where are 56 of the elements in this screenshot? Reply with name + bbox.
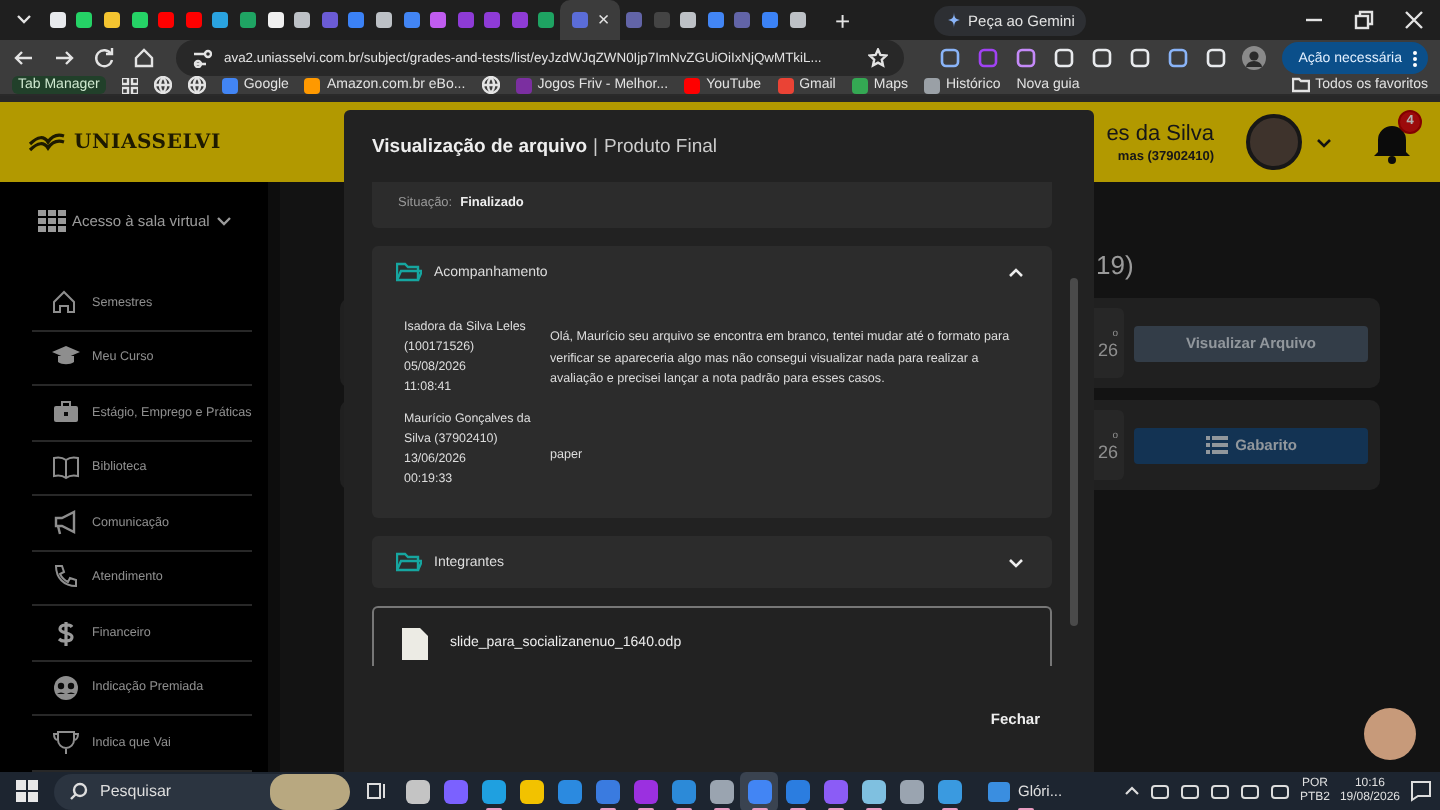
date-value: 26 — [1097, 441, 1118, 461]
bird-logo-icon — [28, 130, 68, 154]
megaphone-icon — [52, 509, 80, 536]
profile-avatar-icon[interactable] — [1242, 46, 1267, 70]
globe-icon[interactable] — [187, 76, 206, 94]
restore-icon[interactable] — [1354, 10, 1374, 30]
site-settings-icon[interactable] — [192, 48, 212, 68]
back-arrow-icon[interactable] — [12, 46, 36, 70]
extension-icon[interactable] — [940, 48, 961, 68]
search-field[interactable]: Pesquisar — [54, 773, 350, 809]
home-icon — [52, 289, 80, 316]
home-icon[interactable] — [132, 46, 156, 70]
chevron-up-icon — [1008, 265, 1024, 279]
chevron-down-icon — [215, 213, 232, 227]
avatar-placeholder[interactable] — [1246, 114, 1302, 170]
sparkle-icon — [946, 12, 963, 28]
app-icon — [988, 781, 1010, 801]
taskbar-app[interactable] — [740, 771, 778, 810]
phone-icon — [52, 564, 80, 591]
browser-tab[interactable]: × — [560, 0, 621, 40]
search-icon — [70, 782, 88, 800]
chevron-up-icon[interactable] — [1123, 784, 1140, 798]
briefcase-icon — [52, 399, 80, 426]
task-view-icon[interactable] — [366, 780, 386, 802]
star-icon[interactable] — [868, 48, 889, 68]
logo-text: UNIASSELVI — [74, 131, 221, 153]
more-vertical-icon — [1412, 49, 1418, 67]
list-icon — [1205, 436, 1228, 454]
section-heading: 19) — [1096, 250, 1136, 284]
chevron-down-icon[interactable] — [1316, 135, 1332, 149]
close-icon[interactable] — [1404, 10, 1424, 30]
open-book-icon — [52, 454, 80, 481]
user-name: es da Silva — [1106, 121, 1214, 145]
notification-icon[interactable] — [1410, 780, 1432, 802]
date-value: 26 — [1097, 339, 1118, 359]
folder-icon — [1291, 76, 1310, 94]
document-icon — [402, 627, 428, 659]
folder-icon — [396, 552, 422, 572]
bell-icon[interactable] — [1372, 121, 1412, 163]
assistant-avatar-placeholder[interactable] — [1364, 707, 1416, 759]
windows-start-icon[interactable] — [16, 780, 38, 802]
extension-icon[interactable] — [1016, 48, 1037, 68]
folder-icon — [396, 262, 422, 282]
chevron-down-icon — [1008, 555, 1024, 569]
apps-grid-icon[interactable] — [121, 77, 138, 93]
new-tab-button[interactable]: + — [822, 5, 863, 35]
dialog-title: Visualização de arquivo | Produto Final — [370, 133, 720, 161]
globe-icon[interactable] — [481, 76, 500, 94]
people-icon — [52, 674, 80, 701]
extension-icon[interactable] — [1168, 48, 1189, 68]
forward-arrow-icon[interactable] — [52, 46, 76, 70]
weather-picture-placeholder — [270, 773, 350, 809]
trophy-icon — [52, 729, 80, 756]
globe-icon[interactable] — [153, 76, 172, 94]
grid-icon — [38, 209, 66, 231]
reload-icon[interactable] — [92, 46, 116, 70]
